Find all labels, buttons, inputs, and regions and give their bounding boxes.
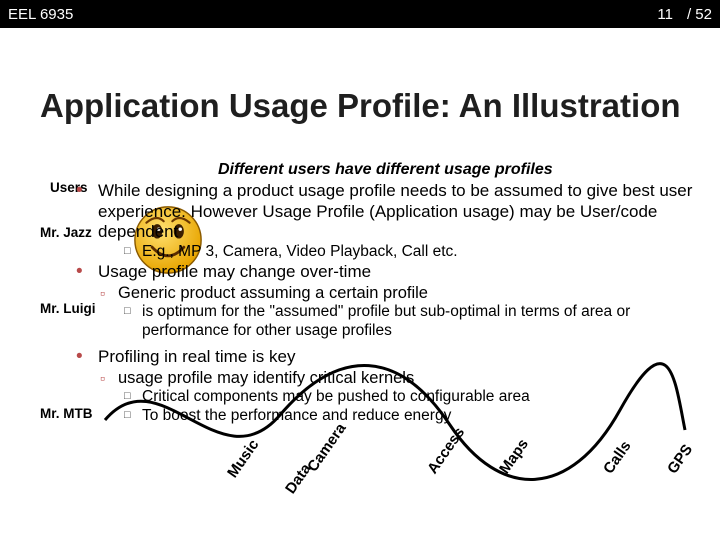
bullet-critical: Critical components may be pushed to con… — [70, 388, 714, 407]
slide-title: Application Usage Profile: An Illustrati… — [40, 88, 681, 124]
bullet-kernels: usage profile may identify critical kern… — [70, 368, 714, 388]
page-total: / 52 — [687, 6, 712, 23]
bullet-design: While designing a product usage profile … — [70, 181, 714, 243]
bullet-boost: To boost the performance and reduce ener… — [70, 407, 714, 426]
bullet-profiling: Profiling in real time is key — [70, 347, 714, 368]
bullet-change: Usage profile may change over-time — [70, 262, 714, 283]
bullet-generic: Generic product assuming a certain profi… — [70, 283, 714, 303]
bullet-area: While designing a product usage profile … — [70, 181, 714, 425]
slide-body: Application Usage Profile: An Illustrati… — [0, 28, 720, 540]
page-number: 11 — [657, 6, 673, 23]
course-code: EEL 6935 — [8, 6, 73, 23]
bullet-optimum: is optimum for the "assumed" profile but… — [70, 303, 714, 341]
bullet-example: E.g., MP 3, Camera, Video Playback, Call… — [70, 243, 714, 262]
top-bar: EEL 6935 11 / 52 — [0, 0, 720, 28]
slide-subtitle: Different users have different usage pro… — [218, 161, 553, 179]
